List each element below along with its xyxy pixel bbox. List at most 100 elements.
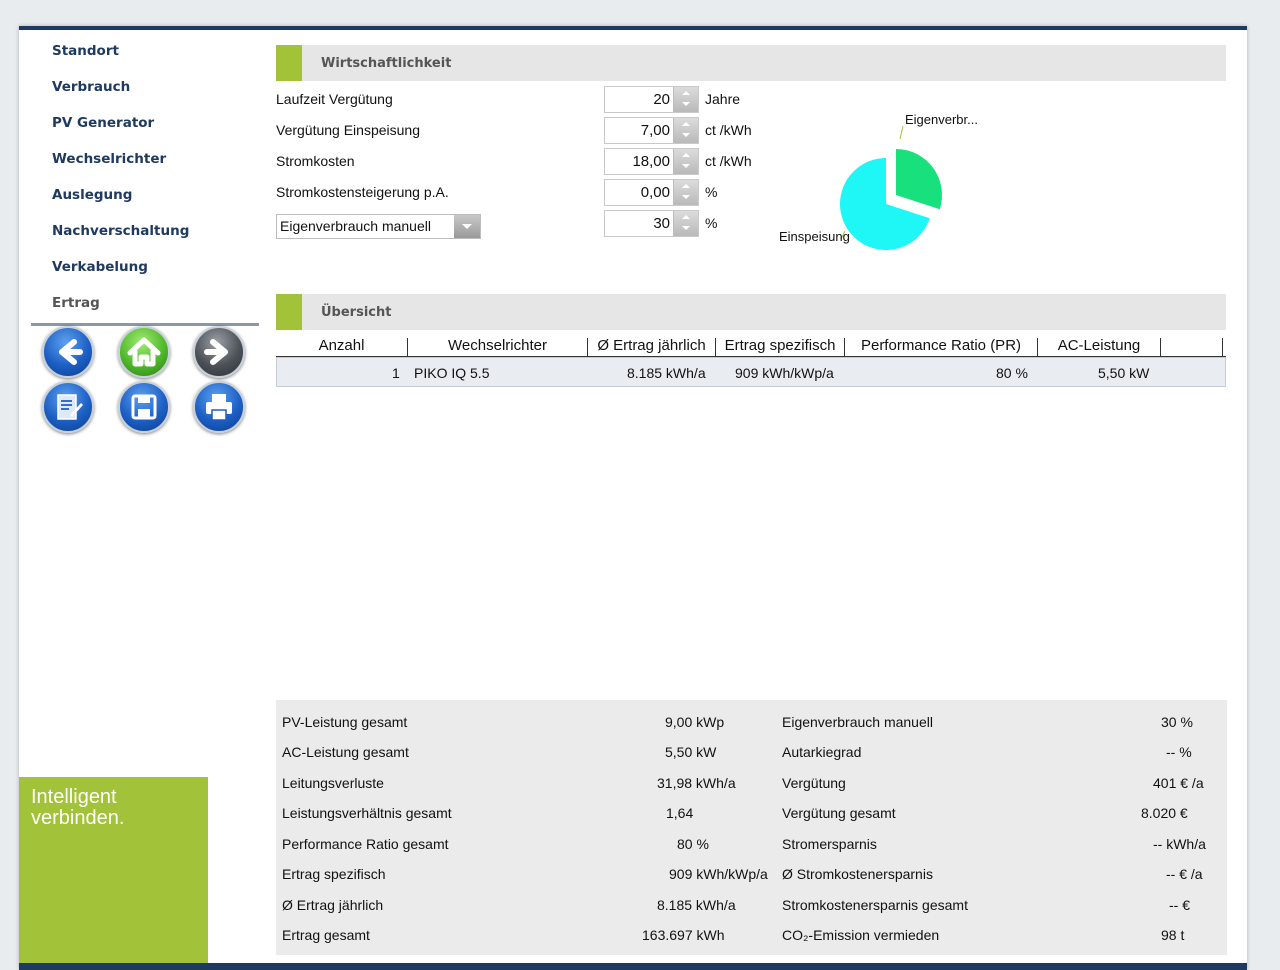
verguetung-einspeisung-spinner[interactable]: 7,00 xyxy=(604,117,699,144)
print-icon xyxy=(206,394,232,421)
column-header-ac-leistung[interactable]: AC-Leistung xyxy=(1038,337,1160,357)
summary-label: Stromkostenersparnis gesamt xyxy=(782,897,968,913)
eigenverbrauch-spinner[interactable]: 30 xyxy=(604,210,699,237)
app-window: Standort Verbrauch PV Generator Wechselr… xyxy=(19,26,1247,970)
cell-ertrag-spezifisch: 909 kWh/kWp/a xyxy=(735,365,834,381)
summary-label: Ertrag spezifisch xyxy=(282,866,386,882)
summary-label: Leistungsverhältnis gesamt xyxy=(282,805,452,821)
nav-item-verbrauch[interactable]: Verbrauch xyxy=(52,79,130,95)
forward-button[interactable] xyxy=(193,326,245,378)
forward-arrow-icon xyxy=(204,339,228,365)
summary-label: Autarkiegrad xyxy=(782,744,862,760)
pie-slice-eigenverbrauch xyxy=(896,149,942,210)
summary-label: Eigenverbrauch manuell xyxy=(782,714,933,730)
stromkosten-value[interactable]: 18,00 xyxy=(632,153,670,170)
summary-label: Leitungsverluste xyxy=(282,775,384,791)
summary-label: Performance Ratio gesamt xyxy=(282,836,449,852)
section-title: Übersicht xyxy=(321,305,392,320)
spinner-arrows-icon[interactable] xyxy=(673,149,698,174)
table-row[interactable]: 1 PIKO IQ 5.5 8.185 kWh/a 909 kWh/kWp/a … xyxy=(276,357,1226,387)
summary-value: -- € xyxy=(1169,897,1190,913)
summary-value: 9,00 kWp xyxy=(665,714,725,730)
summary-value: 30 % xyxy=(1161,714,1193,730)
section-title: Wirtschaftlichkeit xyxy=(321,56,452,71)
summary-value: 8.185 kWh/a xyxy=(657,897,736,913)
save-button[interactable] xyxy=(118,381,170,433)
nav-item-verkabelung[interactable]: Verkabelung xyxy=(52,259,148,275)
nav-item-nachverschaltung[interactable]: Nachverschaltung xyxy=(52,223,189,239)
brand-slogan: Intelligent verbinden. xyxy=(31,786,125,829)
summary-panel: PV-Leistung gesamt 9,00 kWp Eigenverbrau… xyxy=(276,700,1227,955)
summary-value: 1,64 xyxy=(666,805,694,821)
print-button[interactable] xyxy=(193,381,245,433)
edit-report-button[interactable] xyxy=(42,381,94,433)
chevron-down-icon[interactable] xyxy=(454,215,480,238)
field-label-stromkostensteigerung: Stromkostensteigerung p.A. xyxy=(276,184,449,200)
field-label-verguetung-einspeisung: Vergütung Einspeisung xyxy=(276,122,420,138)
summary-label: Vergütung gesamt xyxy=(782,805,896,821)
column-header-anzahl[interactable]: Anzahl xyxy=(276,337,407,357)
eigenverbrauch-value[interactable]: 30 xyxy=(653,215,670,232)
unit-label: Jahre xyxy=(705,91,741,107)
column-header-wechselrichter[interactable]: Wechselrichter xyxy=(408,337,587,357)
summary-value: 5,50 kW xyxy=(665,744,717,760)
section-accent xyxy=(276,294,302,330)
nav-item-auslegung[interactable]: Auslegung xyxy=(52,187,132,203)
cell-ertrag-jaehrlich: 8.185 kWh/a xyxy=(627,365,706,381)
summary-label: Vergütung xyxy=(782,775,846,791)
stromkostensteigerung-spinner[interactable]: 0,00 xyxy=(604,179,699,206)
back-arrow-icon xyxy=(59,339,83,365)
overview-table-header: Anzahl Wechselrichter Ø Ertrag jährlich … xyxy=(276,335,1226,357)
stromkostensteigerung-value[interactable]: 0,00 xyxy=(641,184,670,201)
section-header-wirtschaftlichkeit: Wirtschaftlichkeit xyxy=(276,45,1226,81)
spinner-arrows-icon[interactable] xyxy=(673,87,698,112)
edit-report-icon xyxy=(57,394,83,420)
field-label-laufzeit: Laufzeit Vergütung xyxy=(276,91,393,107)
field-label-stromkosten: Stromkosten xyxy=(276,153,355,169)
column-header-ertrag-jaehrlich[interactable]: Ø Ertrag jährlich xyxy=(588,337,715,357)
column-separator xyxy=(1222,338,1223,356)
eigenverbrauch-pie-chart: Eigenverbr... Einspeisung xyxy=(779,112,978,250)
section-accent xyxy=(276,45,302,81)
summary-label: Stromersparnis xyxy=(782,836,877,852)
bottom-border-bar xyxy=(19,963,1247,970)
nav-item-standort[interactable]: Standort xyxy=(52,43,119,59)
unit-label: ct /kWh xyxy=(705,153,752,169)
summary-value: 163.697 kWh xyxy=(642,927,725,943)
verguetung-einspeisung-value[interactable]: 7,00 xyxy=(641,122,670,139)
nav-item-ertrag[interactable]: Ertrag xyxy=(52,295,100,311)
summary-label: AC-Leistung gesamt xyxy=(282,744,409,760)
column-separator xyxy=(1160,338,1161,356)
back-button[interactable] xyxy=(42,326,94,378)
summary-value: 98 t xyxy=(1161,927,1185,943)
spinner-arrows-icon[interactable] xyxy=(673,211,698,236)
column-header-ertrag-spezifisch[interactable]: Ertrag spezifisch xyxy=(716,337,844,357)
eigenverbrauch-mode-select[interactable]: Eigenverbrauch manuell xyxy=(276,214,481,239)
spinner-arrows-icon[interactable] xyxy=(673,180,698,205)
cell-anzahl: 1 xyxy=(392,365,400,381)
summary-label: CO₂-Emission vermieden xyxy=(782,927,940,943)
stromkosten-spinner[interactable]: 18,00 xyxy=(604,148,699,175)
spinner-arrows-icon[interactable] xyxy=(673,118,698,143)
nav-item-pv-generator[interactable]: PV Generator xyxy=(52,115,154,131)
cell-wechselrichter: PIKO IQ 5.5 xyxy=(414,365,490,381)
laufzeit-spinner[interactable]: 20 xyxy=(604,86,699,113)
home-button[interactable] xyxy=(118,326,170,378)
pie-leader-line xyxy=(899,125,904,140)
nav-item-wechselrichter[interactable]: Wechselrichter xyxy=(52,151,166,167)
laufzeit-value[interactable]: 20 xyxy=(653,91,670,108)
column-header-performance-ratio[interactable]: Performance Ratio (PR) xyxy=(845,337,1037,357)
pie-label-einspeisung: Einspeisung xyxy=(779,229,850,244)
summary-value: 31,98 kWh/a xyxy=(657,775,736,791)
pie-label-eigenverbrauch: Eigenverbr... xyxy=(905,112,978,127)
summary-label: Ertrag gesamt xyxy=(282,927,370,943)
select-value[interactable]: Eigenverbrauch manuell xyxy=(280,218,431,234)
summary-value: -- % xyxy=(1166,744,1192,760)
unit-label: % xyxy=(705,184,718,200)
summary-value: 401 € /a xyxy=(1153,775,1204,791)
home-icon xyxy=(127,337,161,367)
cell-performance-ratio: 80 % xyxy=(996,365,1028,381)
section-header-uebersicht: Übersicht xyxy=(276,294,1226,330)
summary-label: Ø Ertrag jährlich xyxy=(282,897,384,913)
summary-value: 909 kWh/kWp/a xyxy=(669,866,768,882)
